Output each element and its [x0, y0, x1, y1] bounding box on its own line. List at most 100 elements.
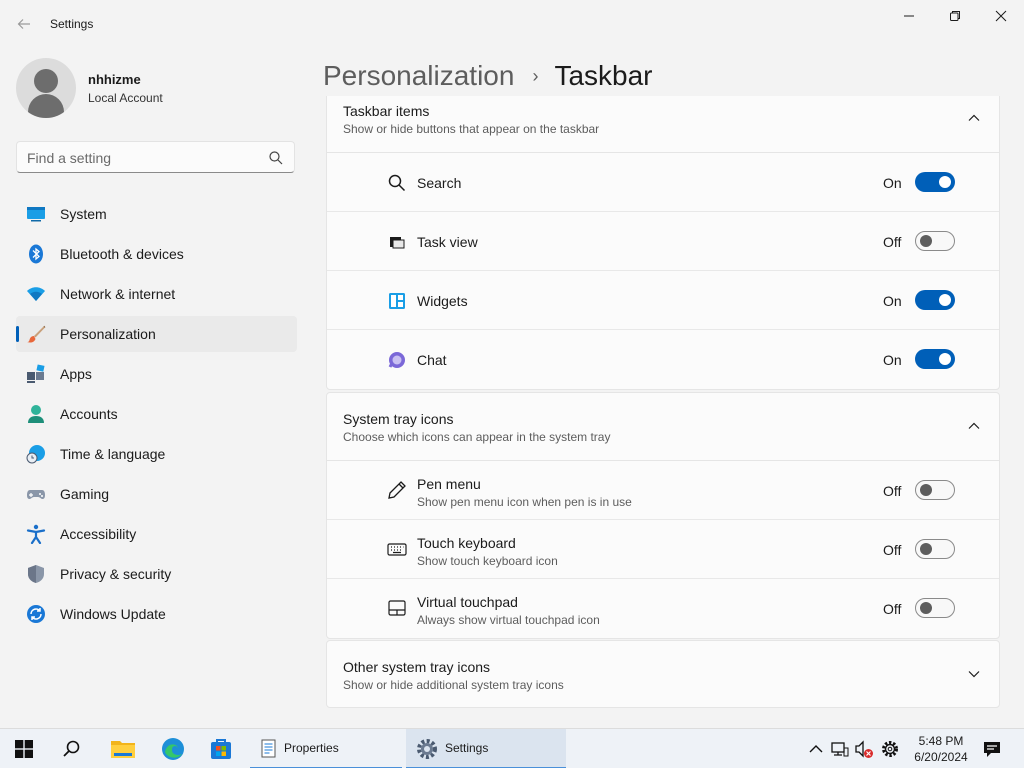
sidebar-item-gaming[interactable]: Gaming	[16, 476, 297, 512]
other-tray-header[interactable]: Other system tray icons Show or hide add…	[327, 641, 999, 709]
account-type: Local Account	[88, 91, 163, 105]
toggle-state: Off	[883, 542, 902, 558]
setting-row-touch-keyboard: Touch keyboard Show touch keyboard icon …	[327, 520, 999, 579]
toggle-state: On	[883, 175, 902, 191]
person-icon	[28, 405, 44, 423]
section-subtitle: Choose which icons can appear in the sys…	[343, 430, 611, 444]
search-input[interactable]	[27, 148, 267, 168]
other-tray-card[interactable]: Other system tray icons Show or hide add…	[326, 640, 1000, 708]
task-view-toggle[interactable]	[915, 231, 955, 251]
search-icon	[388, 174, 406, 192]
taskbar-app-properties[interactable]: Properties	[250, 729, 402, 768]
clock-time: 5:48 PM	[918, 734, 964, 748]
touch-keyboard-toggle[interactable]	[915, 539, 955, 559]
apps-icon	[27, 364, 45, 383]
avatar	[16, 58, 76, 118]
taskbar-app-settings[interactable]: Settings	[406, 729, 566, 768]
sidebar-item-bluetooth[interactable]: Bluetooth & devices	[16, 236, 297, 272]
sidebar-item-accounts[interactable]: Accounts	[16, 396, 297, 432]
title-bar: Settings	[0, 0, 1024, 48]
windows-logo-icon	[15, 740, 33, 758]
sidebar-item-time-language[interactable]: Time & language	[16, 436, 297, 472]
setting-row-chat: Chat On	[327, 330, 999, 389]
breadcrumb: Personalization › Taskbar	[323, 58, 653, 94]
breadcrumb-parent[interactable]: Personalization	[323, 60, 514, 92]
start-button[interactable]	[6, 729, 42, 768]
shield-icon	[28, 565, 44, 583]
settings-gear-icon	[417, 739, 437, 759]
gear-icon[interactable]	[880, 739, 900, 759]
settings-content[interactable]: Taskbar items Show or hide buttons that …	[326, 96, 1000, 710]
volume-muted-icon[interactable]	[854, 739, 874, 759]
network-icon[interactable]	[830, 739, 850, 759]
setting-row-pen-menu: Pen menu Show pen menu icon when pen is …	[327, 461, 999, 520]
task-view-icon	[390, 237, 405, 249]
toggle-state: Off	[883, 483, 902, 499]
bluetooth-icon	[29, 244, 43, 264]
user-name: nhhizme	[88, 72, 141, 87]
brush-icon	[27, 325, 46, 343]
section-title: Other system tray icons	[343, 659, 491, 675]
close-icon	[995, 10, 1007, 22]
settings-search-box[interactable]	[16, 141, 295, 173]
gamepad-icon	[27, 490, 45, 499]
folder-icon	[111, 741, 135, 758]
system-tray-header[interactable]: System tray icons Choose which icons can…	[327, 393, 999, 461]
keyboard-icon	[387, 543, 407, 556]
chat-toggle[interactable]	[915, 349, 955, 369]
sidebar-item-network[interactable]: Network & internet	[16, 276, 297, 312]
search-icon	[63, 740, 80, 757]
toggle-state: On	[883, 352, 902, 368]
file-explorer-button[interactable]	[104, 729, 142, 768]
taskbar-items-card: Taskbar items Show or hide buttons that …	[326, 96, 1000, 390]
setting-row-widgets: Widgets On	[327, 271, 999, 330]
page-title: Taskbar	[554, 60, 653, 91]
back-arrow-icon	[17, 19, 30, 29]
notifications-icon[interactable]	[982, 739, 1002, 759]
virtual-touchpad-toggle[interactable]	[915, 598, 955, 618]
chevron-down-icon[interactable]	[967, 667, 981, 681]
search-icon[interactable]	[268, 150, 284, 166]
sidebar-item-privacy-security[interactable]: Privacy & security	[16, 556, 297, 592]
clock-globe-icon	[26, 445, 45, 464]
accessibility-icon	[26, 524, 46, 544]
section-title: Taskbar items	[343, 103, 430, 119]
pen-menu-toggle[interactable]	[915, 480, 955, 500]
toggle-state: On	[883, 293, 902, 309]
setting-row-search: Search On	[327, 153, 999, 212]
microsoft-store-button[interactable]	[202, 729, 240, 768]
edge-icon	[162, 738, 184, 760]
section-title: System tray icons	[343, 411, 454, 427]
chevron-up-icon[interactable]	[967, 111, 981, 125]
back-button[interactable]	[12, 12, 36, 36]
show-hidden-icons-chevron-icon[interactable]	[806, 739, 826, 759]
restore-icon	[950, 11, 960, 21]
sidebar-item-personalization[interactable]: Personalization	[16, 316, 297, 352]
edge-browser-button[interactable]	[154, 729, 192, 768]
wifi-icon	[27, 287, 45, 301]
taskbar-items-header[interactable]: Taskbar items Show or hide buttons that …	[327, 96, 999, 153]
sidebar-item-accessibility[interactable]: Accessibility	[16, 516, 297, 552]
search-toggle[interactable]	[915, 172, 955, 192]
clock-date: 6/20/2024	[914, 750, 968, 764]
setting-row-task-view: Task view Off	[327, 212, 999, 271]
system-clock[interactable]: 5:48 PM 6/20/2024	[910, 733, 972, 765]
widgets-toggle[interactable]	[915, 290, 955, 310]
minimize-icon	[904, 15, 914, 17]
minimize-button[interactable]	[886, 4, 932, 28]
touchpad-icon	[388, 600, 406, 616]
taskbar-search-button[interactable]	[54, 729, 90, 768]
monitor-icon	[27, 207, 45, 222]
close-button[interactable]	[978, 4, 1024, 28]
toggle-state: Off	[883, 234, 902, 250]
app-title: Settings	[50, 17, 94, 31]
sidebar-item-system[interactable]: System	[16, 196, 297, 232]
sidebar-item-windows-update[interactable]: Windows Update	[16, 596, 297, 632]
pen-icon	[388, 481, 406, 499]
restore-button[interactable]	[932, 4, 978, 28]
user-profile[interactable]: nhhizme Local Account	[16, 58, 296, 118]
sidebar-item-apps[interactable]: Apps	[16, 356, 297, 392]
chevron-up-icon[interactable]	[967, 419, 981, 433]
windows-taskbar: Properties Settings 5:48 PM 6/20/2024	[0, 728, 1024, 768]
update-icon	[27, 605, 45, 623]
